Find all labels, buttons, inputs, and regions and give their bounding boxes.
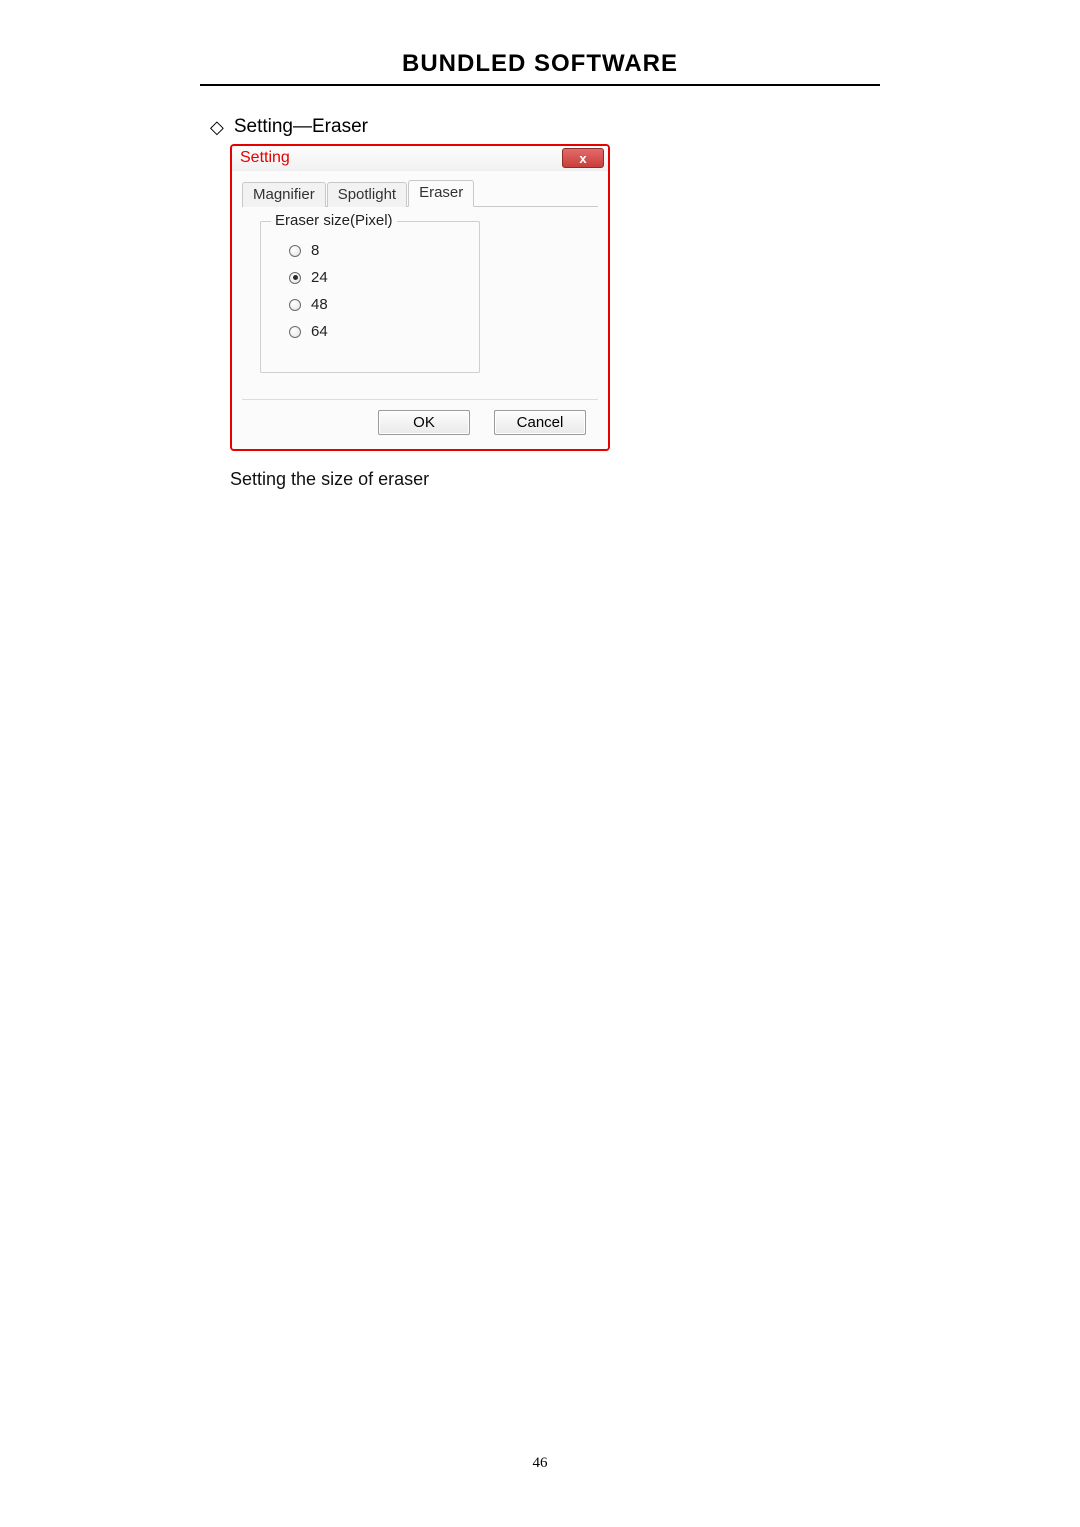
eraser-size-group: Eraser size(Pixel) 8 24 48 64 (260, 221, 480, 373)
radio-label: 48 (311, 296, 328, 313)
bullet-text: Setting—Eraser (234, 116, 368, 138)
cancel-button[interactable]: Cancel (494, 410, 586, 435)
dialog-titlebar: Setting x (232, 146, 608, 171)
radio-icon (289, 272, 301, 284)
dialog-body: Magnifier Spotlight Eraser Eraser size(P… (232, 171, 608, 449)
bullet-line: ◇ Setting—Eraser (210, 116, 880, 138)
radio-dot-icon (293, 275, 298, 280)
radio-24[interactable]: 24 (289, 269, 463, 286)
tab-eraser[interactable]: Eraser (408, 180, 474, 207)
dialog-title: Setting (240, 149, 290, 167)
radio-label: 64 (311, 323, 328, 340)
settings-dialog: Setting x Magnifier Spotlight Eraser Era… (230, 144, 610, 451)
radio-label: 8 (311, 242, 319, 259)
page-number: 46 (0, 1455, 1080, 1472)
tab-magnifier[interactable]: Magnifier (242, 182, 326, 207)
radio-48[interactable]: 48 (289, 296, 463, 313)
radio-icon (289, 299, 301, 311)
header-rule (200, 84, 880, 86)
radio-icon (289, 245, 301, 257)
radio-8[interactable]: 8 (289, 242, 463, 259)
tab-bar: Magnifier Spotlight Eraser (242, 179, 598, 207)
diamond-icon: ◇ (210, 118, 224, 136)
close-icon: x (579, 152, 586, 165)
dialog-footer: OK Cancel (242, 399, 598, 439)
radio-icon (289, 326, 301, 338)
document-page: BUNDLED SOFTWARE ◇ Setting—Eraser Settin… (0, 0, 1080, 1527)
figure-caption: Setting the size of eraser (230, 469, 880, 490)
radio-64[interactable]: 64 (289, 323, 463, 340)
page-title: BUNDLED SOFTWARE (200, 50, 880, 84)
radio-label: 24 (311, 269, 328, 286)
tab-spotlight[interactable]: Spotlight (327, 182, 407, 207)
ok-button[interactable]: OK (378, 410, 470, 435)
group-legend: Eraser size(Pixel) (271, 212, 397, 229)
close-button[interactable]: x (562, 148, 604, 168)
